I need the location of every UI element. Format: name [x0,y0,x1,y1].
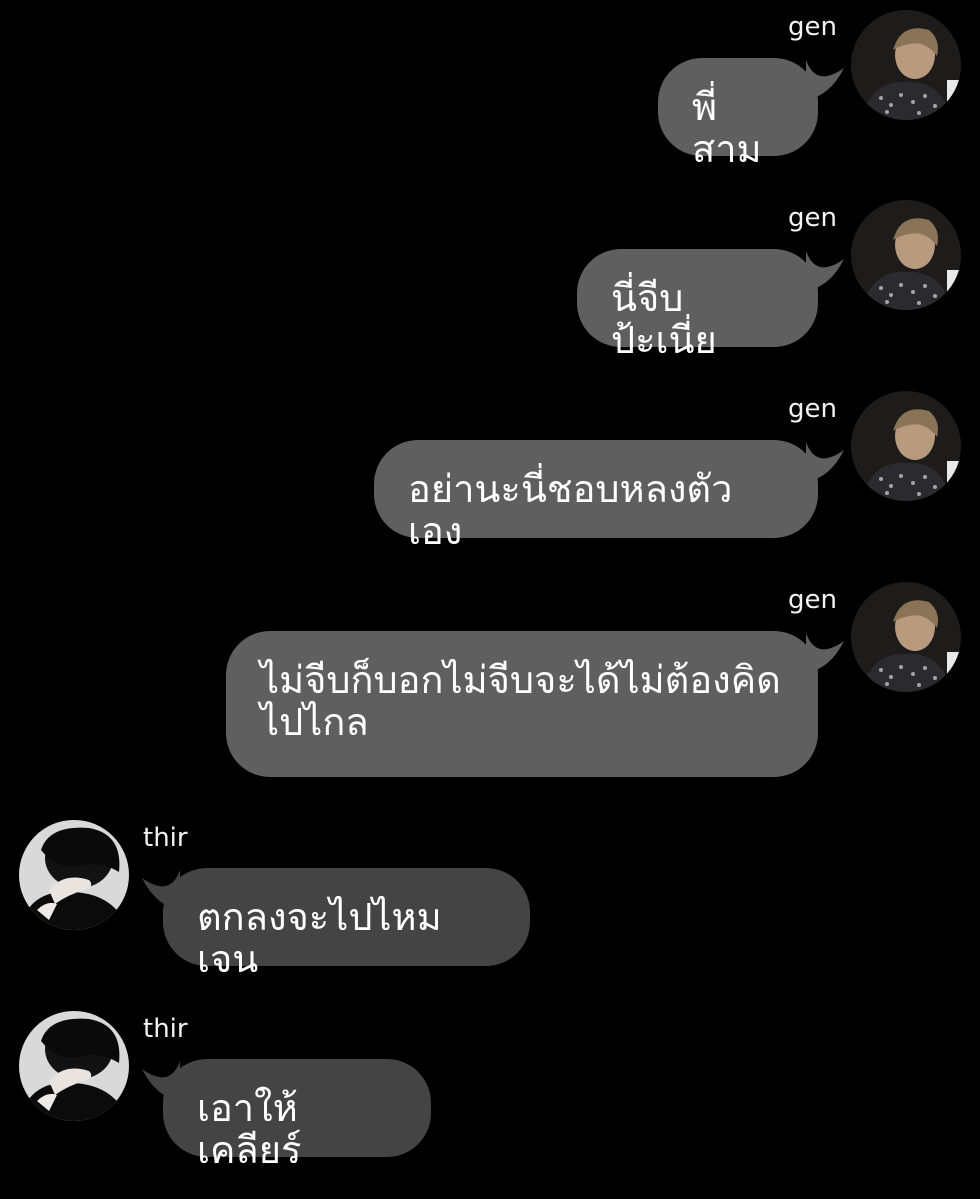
sender-name: gen [788,12,837,42]
thir-avatar[interactable] [19,820,129,930]
sender-name: thir [143,823,188,853]
thir-avatar[interactable] [19,1011,129,1121]
sender-name: gen [788,585,837,615]
gen-avatar[interactable] [851,10,961,120]
message-bubble[interactable]: นี่จีบป้ะเนี่ย [577,249,818,361]
gen-avatar[interactable] [851,582,961,692]
message-bubble[interactable]: พี่สาม [658,58,818,170]
message-bubble[interactable]: ตกลงจะไปไหมเจน [163,868,530,980]
gen-avatar[interactable] [851,200,961,310]
sender-name: thir [143,1014,188,1044]
sender-name: gen [788,203,837,233]
sender-name: gen [788,394,837,424]
message-bubble[interactable]: เอาให้เคลียร์ [163,1059,431,1171]
message-bubble[interactable]: อย่านะนี่ชอบหลงตัวเอง [374,440,818,552]
gen-avatar[interactable] [851,391,961,501]
message-bubble[interactable]: ไม่จีบก็บอกไม่จีบจะได้ไม่ต้องคิด ไปไกล [226,631,818,777]
